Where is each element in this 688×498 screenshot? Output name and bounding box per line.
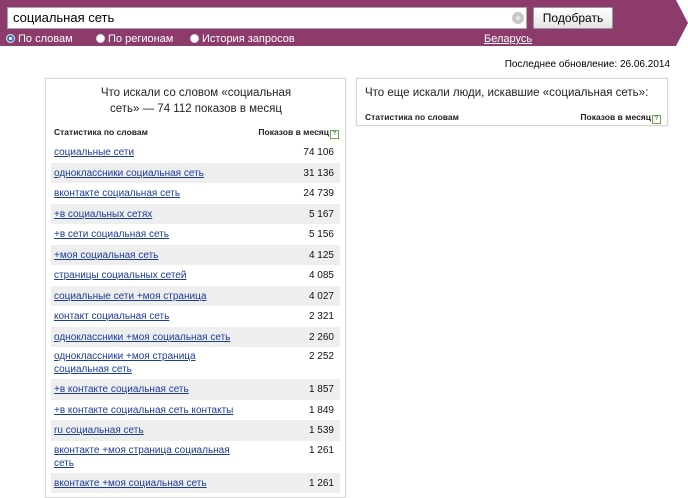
panel-title: Что искали со словом «социальная сеть» —… bbox=[100, 87, 292, 115]
table-row: +в контакте социальная сеть контакты 1 84… bbox=[51, 400, 340, 421]
table-row: ru социальная сеть 1 539 bbox=[51, 420, 340, 441]
table-row: +в контакте социальная сеть 1 857 bbox=[51, 379, 340, 400]
radio-label: По регионам bbox=[108, 33, 174, 45]
radio-icon bbox=[6, 34, 15, 43]
search-bar-arrow bbox=[676, 0, 688, 46]
clear-icon[interactable]: × bbox=[512, 12, 524, 24]
table-row: социальные сети 74 106 bbox=[51, 142, 340, 163]
radio-by-words[interactable]: По словам bbox=[6, 33, 73, 45]
help-icon[interactable]: ? bbox=[652, 115, 661, 124]
also-searched-panel: Что еще искали люди, искавшие «социальна… bbox=[356, 78, 668, 126]
column-header-shows: Показов в месяц? bbox=[580, 112, 661, 124]
radio-icon bbox=[96, 34, 105, 43]
show-count: 4 125 bbox=[308, 249, 334, 261]
table-row: вконтакте +моя страница социальная сеть 1… bbox=[51, 441, 340, 473]
last-update: Последнее обновление: 26.06.2014 bbox=[504, 59, 670, 70]
keyword-link[interactable]: +в социальных сетях bbox=[54, 208, 239, 221]
show-count: 4 027 bbox=[308, 290, 334, 302]
show-count: 2 321 bbox=[308, 311, 334, 322]
show-count: 1 857 bbox=[308, 384, 334, 395]
keyword-link[interactable]: социальные сети +моя страница bbox=[54, 290, 239, 303]
table-row: одноклассники +моя страница социальная с… bbox=[51, 347, 340, 379]
keyword-link[interactable]: +в контакте социальная сеть bbox=[54, 383, 239, 396]
keyword-link[interactable]: вконтакте социальная сеть bbox=[54, 187, 239, 200]
related-words-panel: Что искали со словом «социальная сеть» —… bbox=[45, 78, 346, 498]
table-row: +моя социальная сеть 4 125 bbox=[51, 244, 340, 265]
keyword-link[interactable]: одноклассники +моя социальная сеть bbox=[54, 331, 239, 344]
table-row: социальные сети +моя страница 4 027 bbox=[51, 285, 340, 306]
show-count: 1 261 bbox=[308, 477, 334, 489]
radio-history[interactable]: История запросов bbox=[190, 33, 295, 45]
show-count: 24 739 bbox=[303, 188, 334, 199]
column-header-words: Статистика по словам bbox=[365, 112, 459, 122]
keyword-link[interactable]: вконтакте +моя социальная сеть bbox=[54, 477, 239, 490]
table-row: +в социальных сетях 5 167 bbox=[51, 203, 340, 224]
table-row: +в сети социальная сеть 5 156 bbox=[51, 224, 340, 245]
radio-icon bbox=[190, 34, 199, 43]
search-input[interactable]: социальная сеть bbox=[7, 7, 527, 29]
keyword-link[interactable]: социальные сети bbox=[54, 146, 239, 159]
keyword-link[interactable]: +моя социальная сеть bbox=[54, 249, 239, 262]
radio-label: История запросов bbox=[202, 33, 295, 45]
table-row: одноклассники +моя социальная сеть 2 260 bbox=[51, 326, 340, 347]
help-icon[interactable]: ? bbox=[330, 130, 339, 139]
panel-title: Что еще искали люди, искавшие «социальна… bbox=[365, 87, 649, 99]
table-row: вконтакте социальная сеть 24 739 bbox=[51, 183, 340, 204]
table-row: контакт социальная сеть 2 321 bbox=[51, 306, 340, 327]
keyword-link[interactable]: страницы социальных сетей bbox=[54, 269, 239, 282]
region-link[interactable]: Беларусь bbox=[484, 33, 532, 45]
radio-by-regions[interactable]: По регионам bbox=[96, 33, 173, 45]
keyword-link[interactable]: одноклассники социальная сеть bbox=[54, 167, 239, 180]
column-header-shows: Показов в месяц? bbox=[258, 127, 339, 139]
show-count: 2 260 bbox=[308, 331, 334, 343]
keyword-link[interactable]: одноклассники +моя страница социальная с… bbox=[54, 350, 239, 376]
show-count: 5 156 bbox=[308, 229, 334, 240]
submit-button[interactable]: Подобрать bbox=[533, 7, 613, 29]
show-count: 4 085 bbox=[308, 270, 334, 281]
keyword-link[interactable]: ru социальная сеть bbox=[54, 424, 239, 437]
show-count: 2 252 bbox=[308, 351, 334, 362]
show-count: 1 849 bbox=[308, 404, 334, 416]
keyword-link[interactable]: +в контакте социальная сеть контакты bbox=[54, 404, 239, 417]
keyword-link[interactable]: вконтакте +моя страница социальная сеть bbox=[54, 444, 239, 470]
column-header-shows-label: Показов в месяц bbox=[580, 112, 651, 122]
show-count: 1 261 bbox=[308, 444, 334, 456]
keyword-link[interactable]: +в сети социальная сеть bbox=[54, 228, 239, 241]
show-count: 74 106 bbox=[303, 147, 334, 158]
show-count: 31 136 bbox=[303, 167, 334, 179]
keyword-link[interactable]: контакт социальная сеть bbox=[54, 310, 239, 323]
show-count: 1 539 bbox=[308, 425, 334, 436]
radio-label: По словам bbox=[18, 33, 73, 45]
show-count: 5 167 bbox=[308, 208, 334, 220]
column-header-words: Статистика по словам bbox=[54, 127, 148, 137]
column-header-shows-label: Показов в месяц bbox=[258, 127, 329, 137]
table-row: одноклассники социальная сеть 31 136 bbox=[51, 162, 340, 183]
table-row: страницы социальных сетей 4 085 bbox=[51, 265, 340, 286]
